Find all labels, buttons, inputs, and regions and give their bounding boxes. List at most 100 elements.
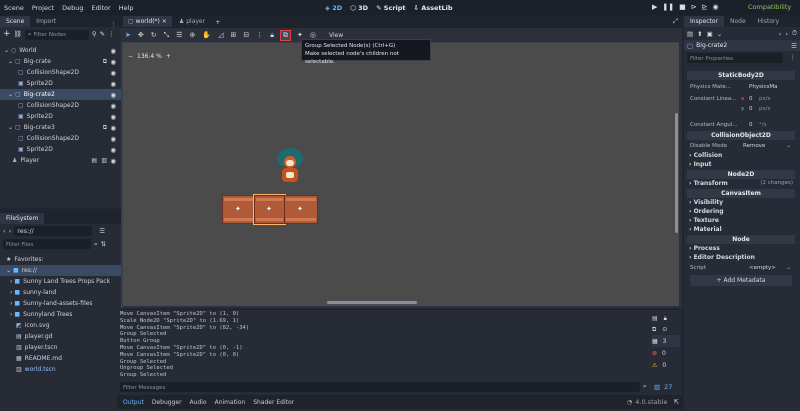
visibility-eye-icon[interactable]: ◉	[110, 135, 116, 143]
pin-icon[interactable]: ⊙	[662, 326, 667, 333]
workspace-3d-button[interactable]: ⬡ 3D	[350, 4, 368, 12]
visibility-eye-icon[interactable]: ◉	[110, 146, 116, 154]
search-icon[interactable]: ⌕	[94, 241, 98, 248]
smart-snap-icon[interactable]: ⊞	[231, 31, 237, 39]
file-item-folder[interactable]: › ■ Sunny-land-assets-files	[0, 298, 121, 309]
menu-dots-icon[interactable]: ⋮	[111, 20, 118, 28]
tab-animation[interactable]: Animation	[211, 399, 250, 406]
group-input[interactable]: › Input	[689, 161, 712, 168]
expand-arrow-icon[interactable]: ›	[10, 311, 12, 318]
tree-item-sprite[interactable]: ▣ Sprite2D ◉	[0, 78, 121, 89]
favorites-row[interactable]: ★ Favorites:	[0, 254, 121, 265]
workspace-2d-button[interactable]: ◈ 2D	[325, 4, 342, 12]
crate-sprite-3[interactable]: ✦	[284, 195, 318, 224]
forward-icon[interactable]: ›	[9, 228, 12, 235]
dropdown-icon[interactable]: ⌄	[786, 263, 791, 273]
sort-icon[interactable]: ⇅	[101, 241, 106, 248]
distraction-free-icon[interactable]: ⤢	[673, 17, 678, 26]
play-scene-icon[interactable]: ⊳	[691, 4, 697, 11]
menu-debug[interactable]: Debug	[58, 4, 87, 12]
view-menu[interactable]: View	[329, 32, 343, 39]
visibility-eye-icon[interactable]: ◉	[110, 58, 116, 66]
scale-tool-icon[interactable]: ⤡	[164, 31, 170, 39]
pause-icon[interactable]: ❚❚	[662, 4, 674, 11]
menu-help[interactable]: Help	[115, 4, 138, 12]
filter-messages-input[interactable]: Filter Messages	[120, 382, 640, 392]
ruler-tool-icon[interactable]: ◿	[218, 31, 223, 39]
tree-item-big-crate2[interactable]: ⌄ ▢ Big-crate2 ◉	[0, 89, 121, 100]
canvas-viewport[interactable]: − 136.4 % + ✦ ✦ ✦	[123, 43, 679, 306]
back-icon[interactable]: ‹	[3, 228, 6, 235]
camera-icon[interactable]: ◎	[310, 31, 316, 39]
object-properties-icon[interactable]: ☰	[791, 42, 797, 50]
workspace-assetlib-button[interactable]: ⇩ AssetLib	[414, 4, 453, 12]
expand-panel-icon[interactable]: ⇱	[674, 398, 679, 406]
filter-properties-input[interactable]: Filter Properties	[687, 53, 783, 63]
back-icon[interactable]: ‹	[779, 30, 782, 38]
visibility-eye-icon[interactable]: ◉	[110, 69, 116, 77]
selectable-list-icon[interactable]: ☰	[176, 31, 182, 39]
visibility-eye-icon[interactable]: ◉	[110, 157, 116, 165]
file-item-scene[interactable]: ▥ player.tscn	[0, 342, 121, 353]
link-icon[interactable]: ⛓	[14, 31, 22, 38]
visibility-eye-icon[interactable]: ◉	[110, 91, 116, 99]
file-item-text[interactable]: ▦ README.md	[0, 353, 121, 364]
prop-constant-angular[interactable]: Constant Angul... 0 °/s	[687, 120, 795, 130]
load-resource-icon[interactable]: ⬆	[697, 30, 702, 38]
resource-menu-icon[interactable]: ⌄	[717, 30, 722, 38]
dropdown-icon[interactable]: ⌄	[786, 141, 791, 151]
tab-history[interactable]: History	[752, 16, 785, 27]
tree-item-player[interactable]: ♟ Player ▤ ▥ ◉	[0, 155, 121, 166]
tab-import[interactable]: Import	[30, 16, 62, 27]
scene-tab-world[interactable]: ▢ world(*) ×	[123, 16, 172, 27]
lock-icon[interactable]: 🔒︎	[664, 315, 667, 323]
property-options-icon[interactable]: ⋮	[790, 53, 797, 61]
play-icon[interactable]: ▶	[652, 4, 657, 11]
movie-icon[interactable]: ◉	[713, 4, 719, 11]
scene-tab-player[interactable]: ♟ player	[174, 16, 210, 27]
close-icon[interactable]: ×	[162, 18, 167, 25]
menu-project[interactable]: Project	[28, 4, 58, 12]
expand-arrow-icon[interactable]: ›	[10, 278, 12, 285]
group-transform[interactable]: › Transform (2 changes)	[689, 180, 793, 187]
layout-icon[interactable]: ☰	[99, 228, 105, 235]
file-item-svg[interactable]: ◩ icon.svg	[0, 320, 121, 331]
collapse-arrow-icon[interactable]: ⌄	[6, 267, 11, 274]
tab-output[interactable]: Output	[119, 399, 148, 406]
prop-physics-material[interactable]: Physics Mate... PhysicsMa	[687, 82, 795, 92]
search-icon[interactable]: ⌕	[643, 382, 647, 391]
visibility-eye-icon[interactable]: ◉	[110, 80, 116, 88]
forward-icon[interactable]: ›	[785, 30, 788, 38]
collapse-arrow-icon[interactable]: ⌄	[8, 124, 13, 131]
log-filter-icon[interactable]: ▦	[652, 338, 658, 345]
collapse-arrow-icon[interactable]: ⌄	[8, 91, 13, 98]
prop-value[interactable]: PhysicsMa	[749, 82, 777, 92]
file-item-folder[interactable]: › ■ sunny-land	[0, 287, 121, 298]
collapse-arrow-icon[interactable]: ⌄	[8, 58, 13, 65]
prop-value-y[interactable]: 0	[749, 104, 753, 114]
add-tab-icon[interactable]: +	[215, 18, 220, 26]
file-item-folder[interactable]: › ■ Sunnyland Trees	[0, 309, 121, 320]
prop-constant-linear[interactable]: Constant Linea... x 0 px/s y 0 px/s	[687, 94, 795, 114]
script-icon[interactable]: ▥	[101, 157, 107, 164]
file-item-root[interactable]: ⌄ ■ res://	[0, 265, 121, 276]
workspace-script-button[interactable]: ✎ Script	[376, 4, 405, 12]
grid-snap-icon[interactable]: ⊟	[243, 31, 249, 39]
filter-nodes-input[interactable]: ⌕ Filter Nodes	[24, 29, 89, 40]
tab-shader-editor[interactable]: Shader Editor	[249, 399, 298, 406]
expand-arrow-icon[interactable]: ›	[10, 300, 12, 307]
visibility-eye-icon[interactable]: ◉	[110, 102, 116, 110]
group-visibility[interactable]: › Visibility	[689, 199, 723, 206]
new-resource-icon[interactable]: ▤	[687, 30, 693, 38]
prop-value-x[interactable]: 0	[749, 94, 753, 104]
tree-item-big-crate3[interactable]: ⌄ ▢ Big-crate3 ⧉ ◉	[0, 122, 121, 133]
group-editor-description[interactable]: › Editor Description	[689, 254, 755, 261]
move-tool-icon[interactable]: ✥	[138, 31, 144, 39]
visibility-eye-icon[interactable]: ◉	[110, 124, 116, 132]
player-sprite[interactable]	[274, 146, 306, 184]
filter-files-input[interactable]: Filter Files	[3, 239, 91, 249]
prop-value[interactable]: Remove	[743, 141, 765, 151]
tab-debugger[interactable]: Debugger	[148, 399, 186, 406]
zoom-in-icon[interactable]: +	[166, 53, 171, 60]
save-resource-icon[interactable]: ▣	[707, 30, 713, 38]
